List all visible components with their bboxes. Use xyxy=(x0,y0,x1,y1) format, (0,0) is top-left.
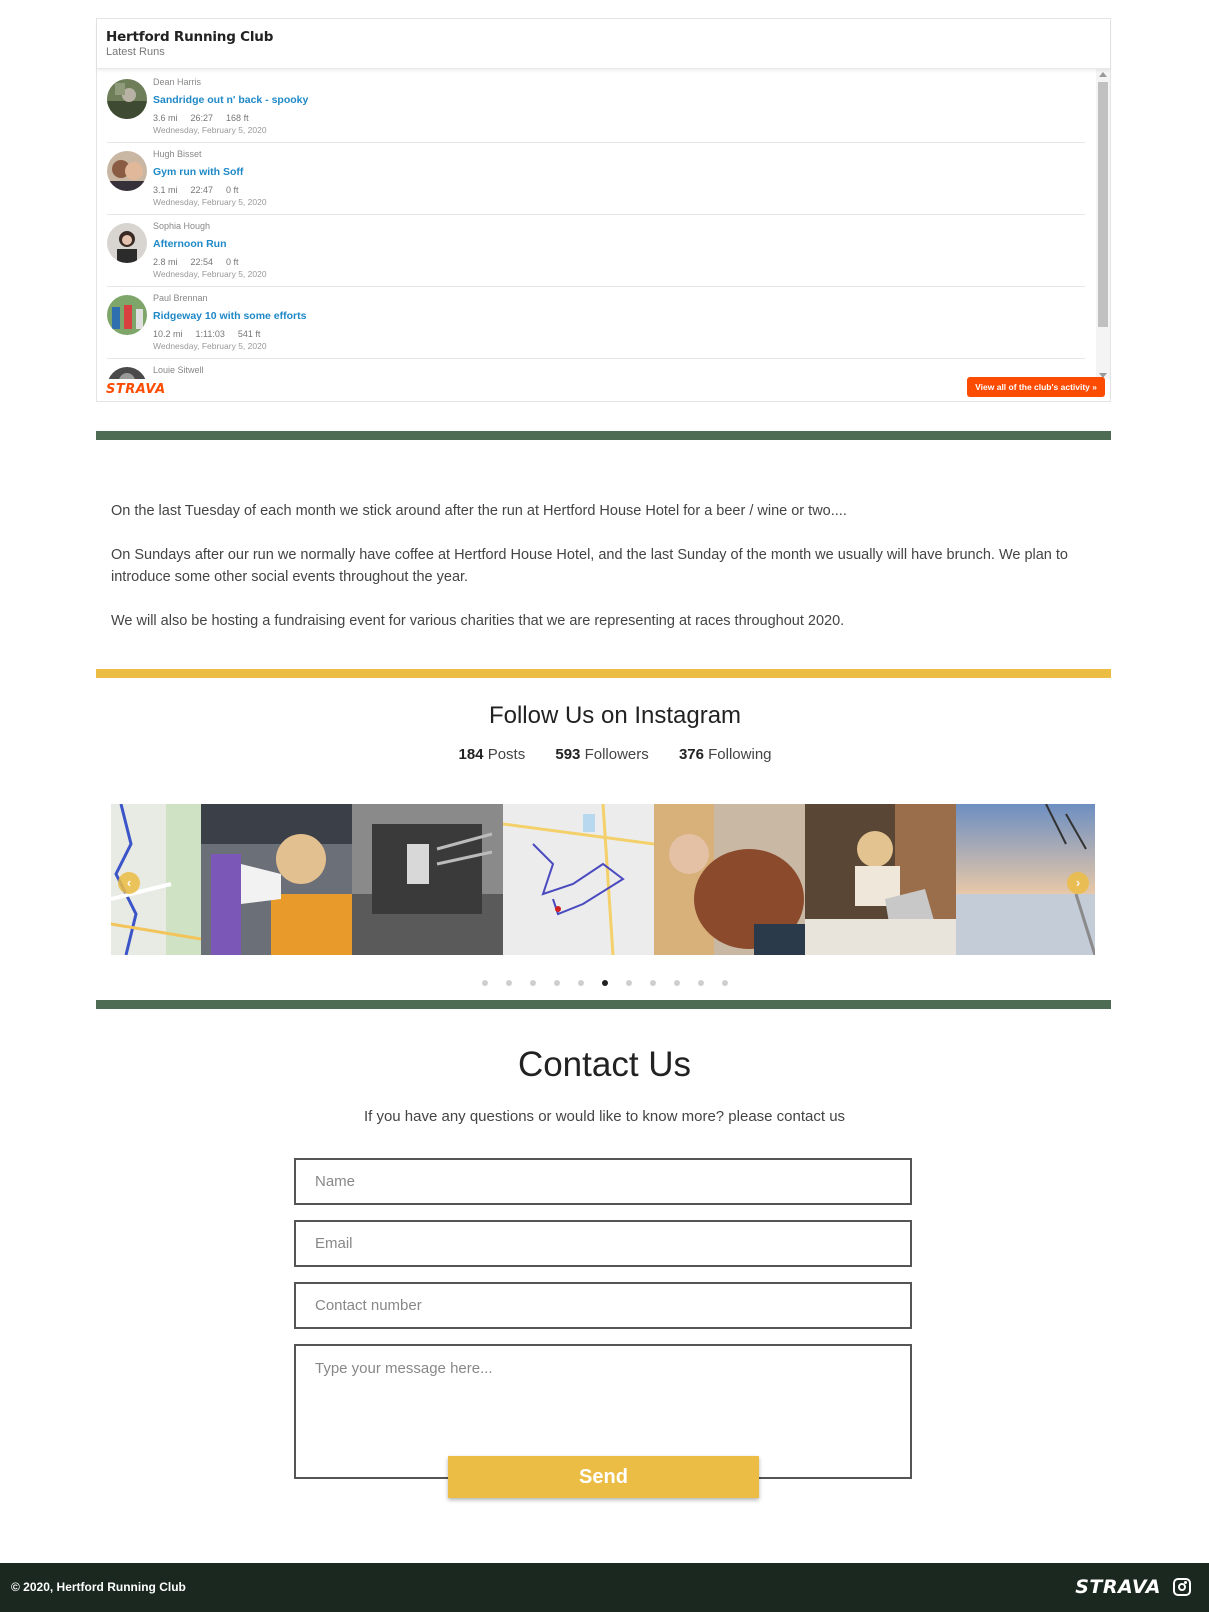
copyright-text: © 2020, Hertford Running Club xyxy=(11,1580,186,1594)
run-time: 1:11:03 xyxy=(195,329,225,339)
chevron-right-icon: › xyxy=(1075,875,1081,890)
contact-number-field[interactable] xyxy=(294,1282,912,1329)
run-stats: 3.6 mi 26:27 168 ft xyxy=(153,113,262,123)
carousel-next-button[interactable]: › xyxy=(1067,872,1089,894)
instagram-post[interactable] xyxy=(502,804,655,955)
run-elevation: 0 ft xyxy=(226,185,239,195)
run-time: 26:27 xyxy=(190,113,214,123)
carousel-pagination xyxy=(0,973,1209,991)
email-field[interactable] xyxy=(294,1220,912,1267)
run-item: Hugh Bisset Gym run with Soff 3.1 mi 22:4… xyxy=(107,143,1085,215)
athlete-name[interactable]: Louie Sitwell xyxy=(153,365,204,375)
carousel-dot[interactable] xyxy=(553,980,560,986)
avatar[interactable] xyxy=(107,223,147,263)
section-divider xyxy=(96,431,1111,440)
widget-scrollbar[interactable] xyxy=(1096,69,1110,381)
section-divider xyxy=(96,1000,1111,1009)
activity-link[interactable]: Afternoon Run xyxy=(153,238,227,250)
posts-stat: 184 Posts xyxy=(458,746,525,763)
run-time: 22:47 xyxy=(190,185,214,195)
carousel-prev-button[interactable]: ‹ xyxy=(118,872,140,894)
strava-widget-header: Hertford Running Club Latest Runs xyxy=(97,19,1110,69)
run-distance: 3.1 mi xyxy=(153,185,178,195)
carousel-dot[interactable] xyxy=(625,980,632,986)
social-paragraph: We will also be hosting a fundraising ev… xyxy=(111,613,845,629)
carousel-dot[interactable] xyxy=(697,980,704,986)
contact-subtitle: If you have any questions or would like … xyxy=(363,1108,846,1125)
carousel-dot[interactable] xyxy=(529,980,536,986)
run-elevation: 168 ft xyxy=(226,113,249,123)
run-distance: 3.6 mi xyxy=(153,113,178,123)
athlete-name[interactable]: Paul Brennan xyxy=(153,293,208,303)
instagram-post[interactable] xyxy=(805,804,956,955)
send-button[interactable]: Send xyxy=(448,1456,759,1498)
run-item: Sophia Hough Afternoon Run 2.8 mi 22:54 0 … xyxy=(107,215,1085,287)
site-footer: © 2020, Hertford Running Club STRAVA xyxy=(0,1563,1209,1612)
run-distance: 10.2 mi xyxy=(153,329,183,339)
contact-title: Contact Us xyxy=(517,1045,692,1084)
athlete-name[interactable]: Dean Harris xyxy=(153,77,201,87)
run-date: Wednesday, February 5, 2020 xyxy=(153,197,267,207)
instagram-stats: 184 Posts 593 Followers 376 Following xyxy=(0,746,1209,763)
avatar[interactable] xyxy=(107,79,147,119)
name-field[interactable] xyxy=(294,1158,912,1205)
run-date: Wednesday, February 5, 2020 xyxy=(153,269,267,279)
run-stats: 10.2 mi 1:11:03 541 ft xyxy=(153,329,273,339)
run-stats: 2.8 mi 22:54 0 ft xyxy=(153,257,252,267)
carousel-dot[interactable] xyxy=(721,980,728,986)
instagram-post[interactable] xyxy=(352,804,503,955)
following-count: 376 xyxy=(678,746,704,763)
strava-logo[interactable]: STRAVA xyxy=(106,382,166,397)
run-item: Paul Brennan Ridgeway 10 with some effor… xyxy=(107,287,1085,359)
run-time: 22:54 xyxy=(190,257,214,267)
activity-link[interactable]: Ridgeway 10 with some efforts xyxy=(153,310,306,322)
instagram-post[interactable] xyxy=(201,804,352,955)
run-date: Wednesday, February 5, 2020 xyxy=(153,341,267,351)
activity-link[interactable]: Gym run with Soff xyxy=(153,166,243,178)
runs-list[interactable]: Dean Harris Sandridge out n' back - spoo… xyxy=(97,71,1097,383)
club-name[interactable]: Hertford Running Club xyxy=(106,29,1101,45)
posts-count: 184 xyxy=(458,746,484,763)
widget-subtitle: Latest Runs xyxy=(106,46,165,58)
carousel-dot-active[interactable] xyxy=(601,980,608,986)
instagram-carousel xyxy=(111,804,1095,955)
followers-label: Followers xyxy=(584,746,649,763)
run-distance: 2.8 mi xyxy=(153,257,178,267)
chevron-left-icon: ‹ xyxy=(126,875,132,890)
strava-club-widget: Hertford Running Club Latest Runs Dean H… xyxy=(96,18,1111,402)
scrollbar-thumb[interactable] xyxy=(1098,82,1108,327)
social-paragraph: On the last Tuesday of each month we sti… xyxy=(111,503,847,519)
athlete-name[interactable]: Sophia Hough xyxy=(153,221,210,231)
run-elevation: 0 ft xyxy=(226,257,239,267)
run-elevation: 541 ft xyxy=(237,329,261,339)
run-item: Dean Harris Sandridge out n' back - spoo… xyxy=(107,71,1085,143)
section-divider xyxy=(96,669,1111,678)
social-paragraph: On Sundays after our run we normally hav… xyxy=(111,547,1068,585)
athlete-name[interactable]: Hugh Bisset xyxy=(153,149,202,159)
avatar[interactable] xyxy=(107,295,147,335)
instagram-title: Follow Us on Instagram xyxy=(488,702,742,729)
carousel-dot[interactable] xyxy=(649,980,656,986)
carousel-dot[interactable] xyxy=(505,980,512,986)
run-date: Wednesday, February 5, 2020 xyxy=(153,125,267,135)
followers-count: 593 xyxy=(555,746,581,763)
social-events-text: On the last Tuesday of each month we sti… xyxy=(111,500,1101,654)
view-all-activity-button[interactable]: View all of the club's activity » xyxy=(967,377,1105,397)
scroll-up-icon[interactable] xyxy=(1099,72,1107,77)
instagram-post[interactable] xyxy=(654,804,805,955)
carousel-dot[interactable] xyxy=(577,980,584,986)
carousel-dot[interactable] xyxy=(673,980,680,986)
strava-footer-link[interactable]: STRAVA xyxy=(1075,1576,1161,1598)
carousel-dot[interactable] xyxy=(481,980,488,986)
run-stats: 3.1 mi 22:47 0 ft xyxy=(153,185,252,195)
posts-label: Posts xyxy=(487,746,526,763)
following-label: Following xyxy=(708,746,772,763)
strava-widget-footer: STRAVA View all of the club's activity » xyxy=(97,377,1110,401)
activity-link[interactable]: Sandridge out n' back - spooky xyxy=(153,94,308,106)
instagram-icon[interactable] xyxy=(1173,1578,1191,1596)
following-stat: 376 Following xyxy=(679,746,772,763)
avatar[interactable] xyxy=(107,151,147,191)
followers-stat: 593 Followers xyxy=(555,746,648,763)
